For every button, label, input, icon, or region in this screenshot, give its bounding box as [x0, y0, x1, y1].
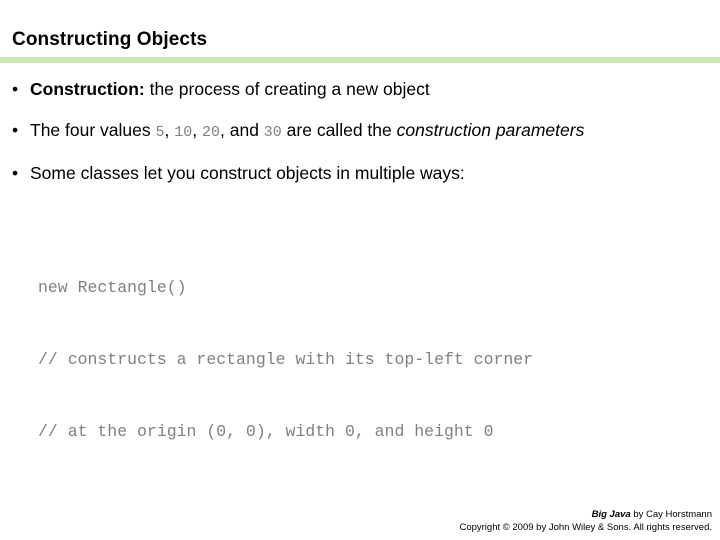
bullet-text-multiple-ways: Some classes let you construct objects i… [30, 163, 465, 183]
construction-param-value-1: 5 [155, 124, 165, 141]
book-title: Big Java [591, 509, 631, 520]
bullet-item-four-values: • The four values 5, 10, 20, and 30 are c… [0, 117, 720, 146]
code-line: // at the origin (0, 0), width 0, and he… [38, 422, 494, 441]
page-title: Constructing Objects [12, 29, 208, 50]
code-sample: new Rectangle() // constructs a rectangl… [38, 228, 533, 492]
bullet-text-lead: The four values [30, 120, 156, 140]
footer-attribution: Big Java by Cay Horstmann [459, 508, 712, 521]
bullet-text-mid: are called the [281, 120, 397, 140]
construction-param-value-3: 20 [201, 124, 220, 141]
slide: Constructing Objects • Construction: the… [0, 0, 720, 540]
slide-footer: Big Java by Cay Horstmann Copyright © 20… [459, 508, 712, 534]
emphasis-construction-parameters: construction parameters [396, 120, 585, 140]
bullet-marker-icon: • [12, 163, 19, 183]
book-author: by Cay Horstmann [630, 509, 712, 520]
param-separator-1: , [164, 120, 175, 140]
footer-copyright: Copyright © 2009 by John Wiley & Sons. A… [459, 522, 712, 533]
param-separator-3: , and [220, 120, 264, 140]
code-line: // constructs a rectangle with its top-l… [38, 350, 534, 369]
construction-param-value-2: 10 [174, 124, 193, 141]
bullet-term-construction: Construction: [30, 79, 145, 99]
bullet-item-multiple-ways: • Some classes let you construct objects… [0, 160, 720, 187]
bullet-item-construction: • Construction: the process of creating … [0, 76, 720, 103]
param-separator-2: , [192, 120, 202, 140]
bullet-marker-icon: • [12, 120, 19, 140]
title-divider [0, 57, 720, 63]
construction-param-value-4: 30 [263, 124, 282, 141]
bullet-text-construction: the process of creating a new object [144, 79, 430, 99]
slide-body: • Construction: the process of creating … [0, 76, 720, 201]
bullet-marker-icon: • [12, 79, 19, 99]
code-line: new Rectangle() [38, 278, 187, 297]
